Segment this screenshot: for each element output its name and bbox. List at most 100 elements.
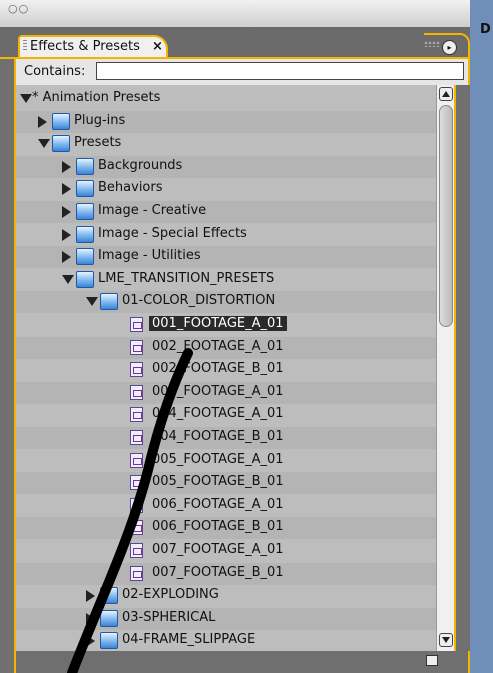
tree-item-label: 007_FOOTAGE_B_01 xyxy=(152,564,284,580)
tree-item-label: 002_FOOTAGE_B_01 xyxy=(152,361,284,377)
disclosure-closed-icon[interactable] xyxy=(86,635,95,648)
tree-item-label: Backgrounds xyxy=(98,157,183,173)
disclosure-open-icon[interactable] xyxy=(86,297,98,307)
folder-row[interactable]: LME_TRANSITION_PRESETS xyxy=(16,269,450,291)
preset-file-icon xyxy=(130,543,143,558)
disclosure-open-icon[interactable] xyxy=(20,94,32,103)
folder-icon xyxy=(76,225,94,243)
tree-item-label: * Animation Presets xyxy=(32,90,161,105)
effects-presets-panel: Effects & Presets × ▸ Contains: * Animat… xyxy=(0,27,470,673)
panel-bottom-bar xyxy=(14,651,470,673)
tree-item-label: Presets xyxy=(74,135,122,151)
tree-item-label: 002_FOOTAGE_A_01 xyxy=(152,338,284,354)
disclosure-closed-icon[interactable] xyxy=(86,612,95,625)
folder-row[interactable]: Backgrounds xyxy=(16,155,450,178)
tree-item-label: 007_FOOTAGE_A_01 xyxy=(152,542,284,557)
preset-file-row[interactable]: 006_FOOTAGE_B_01 xyxy=(16,517,450,540)
folder-icon xyxy=(76,248,94,266)
folder-icon xyxy=(100,587,118,605)
folder-icon xyxy=(76,180,94,198)
tree-item-label: 005_FOOTAGE_A_01 xyxy=(152,451,284,467)
folder-row[interactable]: Behaviors xyxy=(16,178,450,200)
presets-tree: * Animation Presets Plug-ins Presets Backgr… xyxy=(14,85,450,651)
window-titlebar[interactable]: ○○ xyxy=(0,0,470,28)
disclosure-closed-icon[interactable] xyxy=(86,590,95,603)
folder-icon xyxy=(52,112,70,130)
new-bin-icon[interactable] xyxy=(426,655,438,666)
panel-menu-button[interactable]: ▸ xyxy=(442,40,457,55)
tree-item-label: 001_FOOTAGE_A_01 xyxy=(149,316,287,331)
preset-file-row[interactable]: 001_FOOTAGE_A_01 xyxy=(16,314,450,336)
tree-item-label: 004_FOOTAGE_A_01 xyxy=(152,406,284,422)
preset-file-row[interactable]: 003_FOOTAGE_A_01 xyxy=(16,381,450,404)
desktop-letter: D xyxy=(480,22,491,37)
tree-item-label: Image - Utilities xyxy=(98,248,201,264)
disclosure-closed-icon[interactable] xyxy=(38,115,47,128)
disclosure-open-icon[interactable] xyxy=(62,274,74,284)
preset-file-row[interactable]: 002_FOOTAGE_A_01 xyxy=(16,336,450,359)
tree-scrollbar[interactable] xyxy=(436,85,456,651)
folder-row[interactable]: 01-COLOR_DISTORTION xyxy=(16,291,450,314)
scroll-down-arrow-icon[interactable] xyxy=(439,633,453,647)
folder-icon xyxy=(76,203,94,220)
folder-row[interactable]: Plug-ins xyxy=(16,110,450,133)
preset-file-row[interactable]: 006_FOOTAGE_A_01 xyxy=(16,495,450,517)
tab-effects-presets[interactable]: Effects & Presets × xyxy=(18,35,168,57)
folder-icon xyxy=(100,293,118,311)
folder-row[interactable]: Presets xyxy=(16,133,450,155)
tree-item-label: Behaviors xyxy=(98,180,163,196)
search-label: Contains: xyxy=(24,64,86,79)
tab-label: Effects & Presets xyxy=(30,39,140,54)
preset-file-icon xyxy=(130,317,143,332)
disclosure-closed-icon[interactable] xyxy=(62,251,71,264)
preset-file-row[interactable]: 005_FOOTAGE_A_01 xyxy=(16,450,450,472)
disclosure-closed-icon[interactable] xyxy=(62,206,71,218)
preset-file-icon xyxy=(130,565,143,581)
tree-item-label: 006_FOOTAGE_A_01 xyxy=(152,496,284,512)
tree-item-label: LME_TRANSITION_PRESETS xyxy=(98,270,275,286)
tree-item-label: 005_FOOTAGE_B_01 xyxy=(152,474,284,490)
preset-file-row[interactable]: 002_FOOTAGE_B_01 xyxy=(16,359,450,381)
preset-file-icon xyxy=(130,384,143,400)
folder-row[interactable]: Image - Utilities xyxy=(16,246,450,269)
preset-file-row[interactable]: 007_FOOTAGE_B_01 xyxy=(16,562,450,585)
folder-row[interactable]: 04-FRAME_SLIPPAGE xyxy=(16,630,450,651)
tree-item-label: 02-EXPLODING xyxy=(122,587,219,603)
preset-file-icon xyxy=(130,475,143,491)
preset-file-icon xyxy=(130,362,143,378)
scroll-thumb[interactable] xyxy=(439,105,453,327)
close-icon[interactable]: × xyxy=(152,39,163,54)
preset-file-icon xyxy=(130,452,143,468)
scroll-up-arrow-icon[interactable] xyxy=(439,87,453,101)
preset-file-icon xyxy=(130,497,143,513)
preset-file-row[interactable]: 004_FOOTAGE_B_01 xyxy=(16,427,450,449)
preset-file-row[interactable]: 007_FOOTAGE_A_01 xyxy=(16,540,450,562)
folder-icon xyxy=(100,609,118,627)
tree-item-label: Image - Special Effects xyxy=(98,225,247,241)
preset-file-row[interactable]: 005_FOOTAGE_B_01 xyxy=(16,472,450,495)
tree-item-label: Plug-ins xyxy=(74,112,126,128)
folder-icon xyxy=(52,135,70,153)
tree-item-label: Image - Creative xyxy=(98,203,207,218)
folder-icon xyxy=(76,270,94,288)
drag-grip-icon[interactable] xyxy=(424,41,440,47)
folder-row[interactable]: 02-EXPLODING xyxy=(16,585,450,607)
preset-file-icon xyxy=(130,520,143,536)
tree-item-label: 01-COLOR_DISTORTION xyxy=(122,293,276,309)
disclosure-open-icon[interactable] xyxy=(38,139,50,149)
preset-file-row[interactable]: 004_FOOTAGE_A_01 xyxy=(16,404,450,426)
grip-icon[interactable] xyxy=(23,40,27,52)
folder-row[interactable]: Image - Creative xyxy=(16,201,450,223)
folder-row[interactable]: 03-SPHERICAL xyxy=(16,607,450,630)
folder-row[interactable]: Image - Special Effects xyxy=(16,224,450,246)
tree-root-row[interactable]: * Animation Presets xyxy=(16,88,450,110)
disclosure-closed-icon[interactable] xyxy=(62,183,71,196)
window-controls[interactable]: ○○ xyxy=(8,2,29,15)
tree-item-label: 03-SPHERICAL xyxy=(122,609,216,625)
folder-icon xyxy=(100,632,118,650)
disclosure-closed-icon[interactable] xyxy=(62,160,71,173)
preset-file-icon xyxy=(130,430,143,445)
disclosure-closed-icon[interactable] xyxy=(62,228,71,241)
search-input[interactable] xyxy=(96,62,464,80)
tree-item-label: 003_FOOTAGE_A_01 xyxy=(152,383,284,399)
